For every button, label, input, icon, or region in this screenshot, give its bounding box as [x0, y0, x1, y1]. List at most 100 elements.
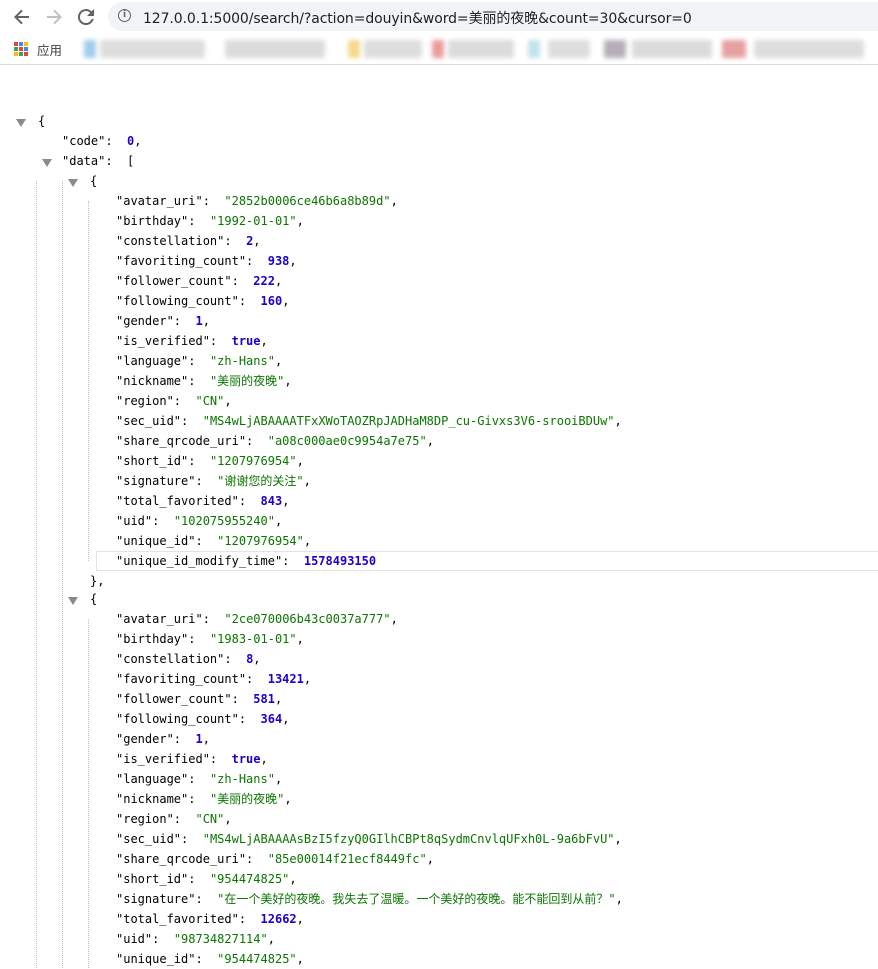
json-value: "zh-Hans" — [209, 354, 275, 368]
json-field-row: "nickname": "美丽的夜晚", — [116, 374, 292, 388]
json-key: "constellation" — [116, 234, 225, 248]
json-field-row: "sec_uid": "MS4wLjABAAAAsBzI5fzyQ0GIlhCB… — [116, 832, 622, 846]
json-value: "MS4wLjABAAAATFxXWoTAOZRpJADHaM8DP_cu-Gi… — [202, 414, 615, 428]
json-key: "total_favorited" — [116, 912, 239, 926]
json-value: "1983-01-01" — [209, 632, 297, 646]
json-value: 160 — [260, 294, 283, 308]
json-key: "nickname" — [116, 374, 189, 388]
collapse-toggle-icon[interactable] — [68, 179, 78, 187]
bookmark-item[interactable] — [632, 40, 712, 58]
json-value: 1 — [195, 732, 203, 746]
json-field-row: "follower_count": 222, — [116, 274, 283, 288]
bookmark-item[interactable] — [348, 40, 360, 58]
json-field-row: "constellation": 8, — [116, 652, 261, 666]
info-icon[interactable]: i — [118, 9, 131, 22]
json-key: "following_count" — [116, 294, 239, 308]
json-field-row: "uid": "102075955240", — [116, 514, 283, 528]
json-value: "a08c000ae0c9954a7e75" — [267, 434, 427, 448]
json-key: "total_favorited" — [116, 494, 239, 508]
object-close-brace: }, — [90, 574, 105, 588]
json-value: "CN" — [195, 394, 225, 408]
json-value: "zh-Hans" — [209, 772, 275, 786]
json-field-row: "short_id": "954474825", — [116, 872, 297, 886]
json-field-row: "gender": 1, — [116, 732, 210, 746]
collapse-toggle-icon[interactable] — [68, 597, 78, 605]
json-field-row: "follower_count": 581, — [116, 692, 283, 706]
json-key: "share_qrcode_uri" — [116, 852, 247, 866]
json-key: "sec_uid" — [116, 414, 182, 428]
json-key: "unique_id_modify_time" — [116, 554, 283, 568]
json-key: "favoriting_count" — [116, 254, 247, 268]
json-key: "language" — [116, 354, 189, 368]
indent-guide — [62, 181, 63, 968]
bookmark-item[interactable] — [84, 40, 96, 58]
bookmarks-bar: 应用 — [0, 34, 878, 65]
json-key: "gender" — [116, 314, 174, 328]
bookmark-item[interactable] — [432, 40, 444, 58]
collapse-toggle-icon[interactable] — [16, 119, 26, 127]
json-value: "1207976954" — [209, 454, 297, 468]
code-key: "code" — [62, 134, 106, 148]
json-field-row: "unique_id": "954474825", — [116, 952, 304, 966]
data-key: "data" — [62, 154, 106, 168]
json-field-row: "share_qrcode_uri": "a08c000ae0c9954a7e7… — [116, 434, 434, 448]
json-key: "birthday" — [116, 214, 189, 228]
json-viewer: { "code": 0, "data": [ { }, { "avatar_ur… — [0, 64, 878, 968]
bookmark-item[interactable] — [448, 40, 514, 58]
bookmark-item[interactable] — [754, 40, 864, 58]
json-key: "constellation" — [116, 652, 225, 666]
json-value: "2852b0006ce46b6a8b89d" — [224, 194, 391, 208]
bookmark-item[interactable] — [528, 40, 540, 58]
json-value: 12662 — [260, 912, 297, 926]
json-key: "gender" — [116, 732, 174, 746]
url-text[interactable]: 127.0.0.1:5000/search/?action=douyin&wor… — [143, 8, 692, 28]
json-field-row: "avatar_uri": "2ce070006b43c0037a777", — [116, 612, 398, 626]
json-field-row: "avatar_uri": "2852b0006ce46b6a8b89d", — [116, 194, 398, 208]
json-key: "avatar_uri" — [116, 194, 203, 208]
json-value: "谢谢您的关注" — [217, 474, 304, 488]
forward-arrow-icon[interactable] — [42, 5, 66, 29]
json-value: 843 — [260, 494, 283, 508]
json-field-row: "favoriting_count": 938, — [116, 254, 297, 268]
apps-label[interactable]: 应用 — [37, 40, 62, 59]
back-arrow-icon[interactable] — [10, 5, 34, 29]
reload-icon[interactable] — [74, 5, 98, 29]
json-key: "follower_count" — [116, 692, 232, 706]
json-key: "is_verified" — [116, 334, 210, 348]
json-field-row: "signature": "谢谢您的关注", — [116, 474, 311, 488]
json-value: "98734827114" — [173, 932, 268, 946]
json-value: 581 — [253, 692, 275, 706]
json-key: "short_id" — [116, 454, 189, 468]
bookmark-item[interactable] — [225, 40, 325, 58]
object-open-brace: { — [90, 174, 98, 188]
address-bar[interactable]: i 127.0.0.1:5000/search/?action=douyin&w… — [108, 2, 878, 31]
json-value: 364 — [260, 712, 283, 726]
collapse-toggle-icon[interactable] — [42, 159, 52, 167]
json-key: "avatar_uri" — [116, 612, 203, 626]
json-field-row: "language": "zh-Hans", — [116, 772, 283, 786]
json-key: "region" — [116, 812, 174, 826]
bookmark-item[interactable] — [364, 40, 422, 58]
json-value: 222 — [253, 274, 275, 288]
json-key: "share_qrcode_uri" — [116, 434, 247, 448]
code-line: "code": 0, — [62, 134, 142, 148]
bookmark-item[interactable] — [604, 40, 626, 58]
json-key: "sec_uid" — [116, 832, 182, 846]
json-key: "short_id" — [116, 872, 189, 886]
json-field-row: "birthday": "1992-01-01", — [116, 214, 304, 228]
json-value: "954474825" — [209, 872, 290, 886]
apps-grid-icon[interactable] — [14, 42, 28, 56]
json-value: "2ce070006b43c0037a777" — [224, 612, 391, 626]
json-key: "language" — [116, 772, 189, 786]
indent-guide — [88, 619, 89, 968]
bookmark-item[interactable] — [548, 40, 590, 58]
json-key: "following_count" — [116, 712, 239, 726]
json-value: "85e00014f21ecf8449fc" — [267, 852, 427, 866]
bookmark-item[interactable] — [100, 40, 205, 58]
json-value: "美丽的夜晚" — [209, 792, 285, 806]
json-value: 938 — [267, 254, 290, 268]
bookmark-item[interactable] — [722, 40, 746, 58]
json-value: "954474825" — [217, 952, 297, 966]
json-field-row: "signature": "在一个美好的夜晚。我失去了温暖。一个美好的夜晚。能不… — [116, 892, 623, 906]
json-field-row: "short_id": "1207976954", — [116, 454, 304, 468]
